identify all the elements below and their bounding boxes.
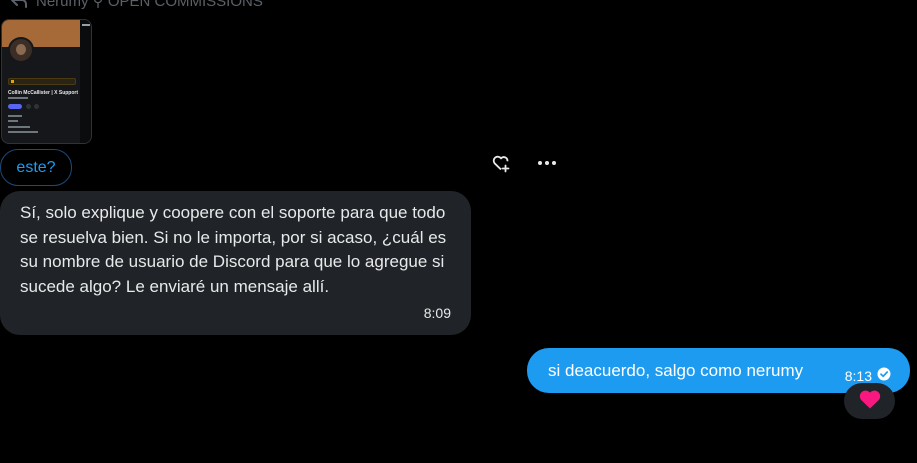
incoming-message-bubble[interactable]: Sí, solo explique y coopere con el sopor… (0, 191, 471, 335)
thumbnail-dot (34, 104, 39, 109)
thumbnail-text-line (8, 120, 18, 122)
heart-plus-icon[interactable] (491, 153, 511, 173)
thumbnail-avatar (8, 37, 34, 63)
thumbnail-button (8, 104, 22, 109)
outgoing-message-text: si deacuerdo, salgo como nerumy (548, 360, 804, 380)
outgoing-message-time: 8:13 (844, 367, 872, 384)
thumbnail-text-line (8, 126, 30, 128)
reply-pill-message[interactable]: este? (0, 149, 72, 186)
read-check-icon (877, 367, 891, 384)
thumbnail-side-panel (80, 20, 91, 143)
message-actions (491, 153, 557, 173)
reply-arrow-icon (10, 0, 28, 9)
thumbnail-profile-name: Collin McCallister | X Support (8, 90, 79, 96)
reply-header[interactable]: Nerumy ⚲ OPEN COMMISSIONS (10, 0, 263, 11)
outgoing-message-meta: 8:13 (845, 367, 891, 384)
heart-icon (858, 388, 882, 415)
more-dots-icon[interactable] (537, 153, 557, 173)
thumbnail-warning-bar (8, 78, 76, 85)
reply-header-text: Nerumy ⚲ OPEN COMMISSIONS (36, 0, 263, 10)
thumbnail-text-line (8, 131, 38, 133)
incoming-message-time: 8:09 (423, 304, 451, 321)
thumbnail-text-line (8, 115, 22, 117)
attachment-thumbnail[interactable]: Collin McCallister | X Support (1, 19, 92, 144)
heart-reaction[interactable] (844, 383, 895, 419)
thumbnail-dot (26, 104, 31, 109)
incoming-message-text: Sí, solo explique y coopere con el sopor… (20, 203, 447, 296)
thumbnail-text-line (8, 97, 28, 99)
